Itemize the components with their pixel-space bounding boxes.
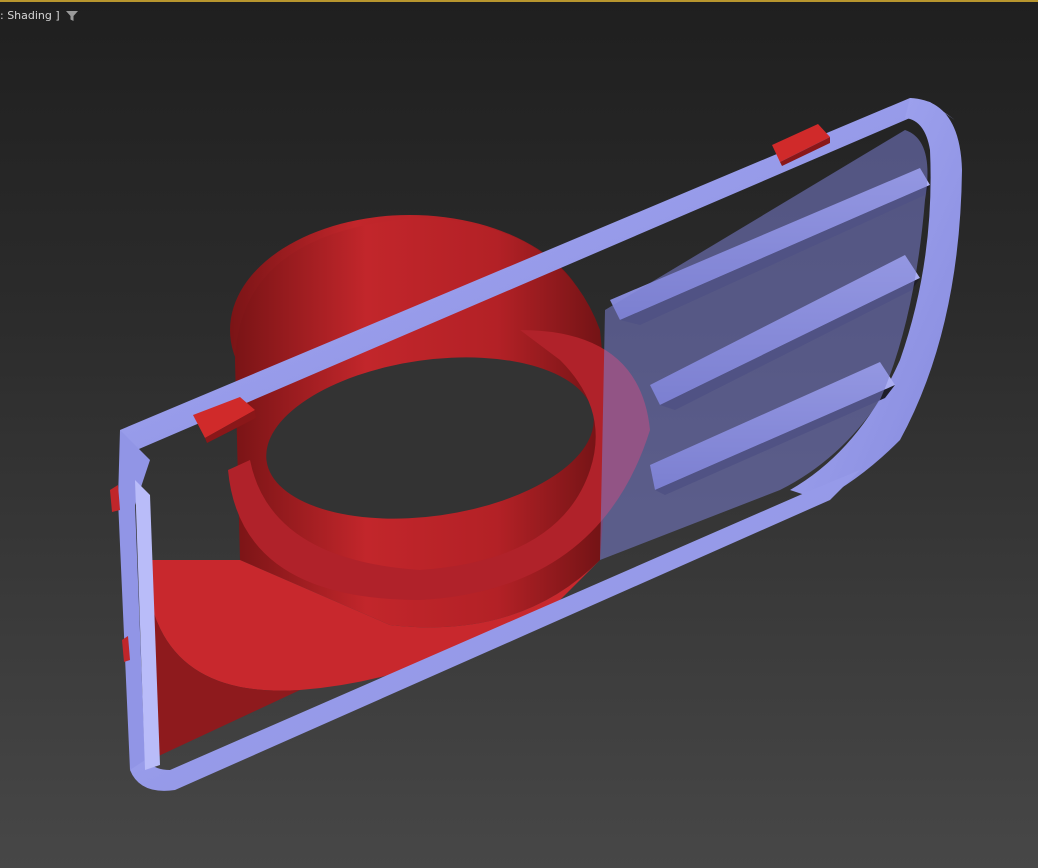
3d-viewport[interactable]: : Shading ] bbox=[0, 0, 1038, 868]
scene-render[interactable] bbox=[0, 0, 1038, 868]
